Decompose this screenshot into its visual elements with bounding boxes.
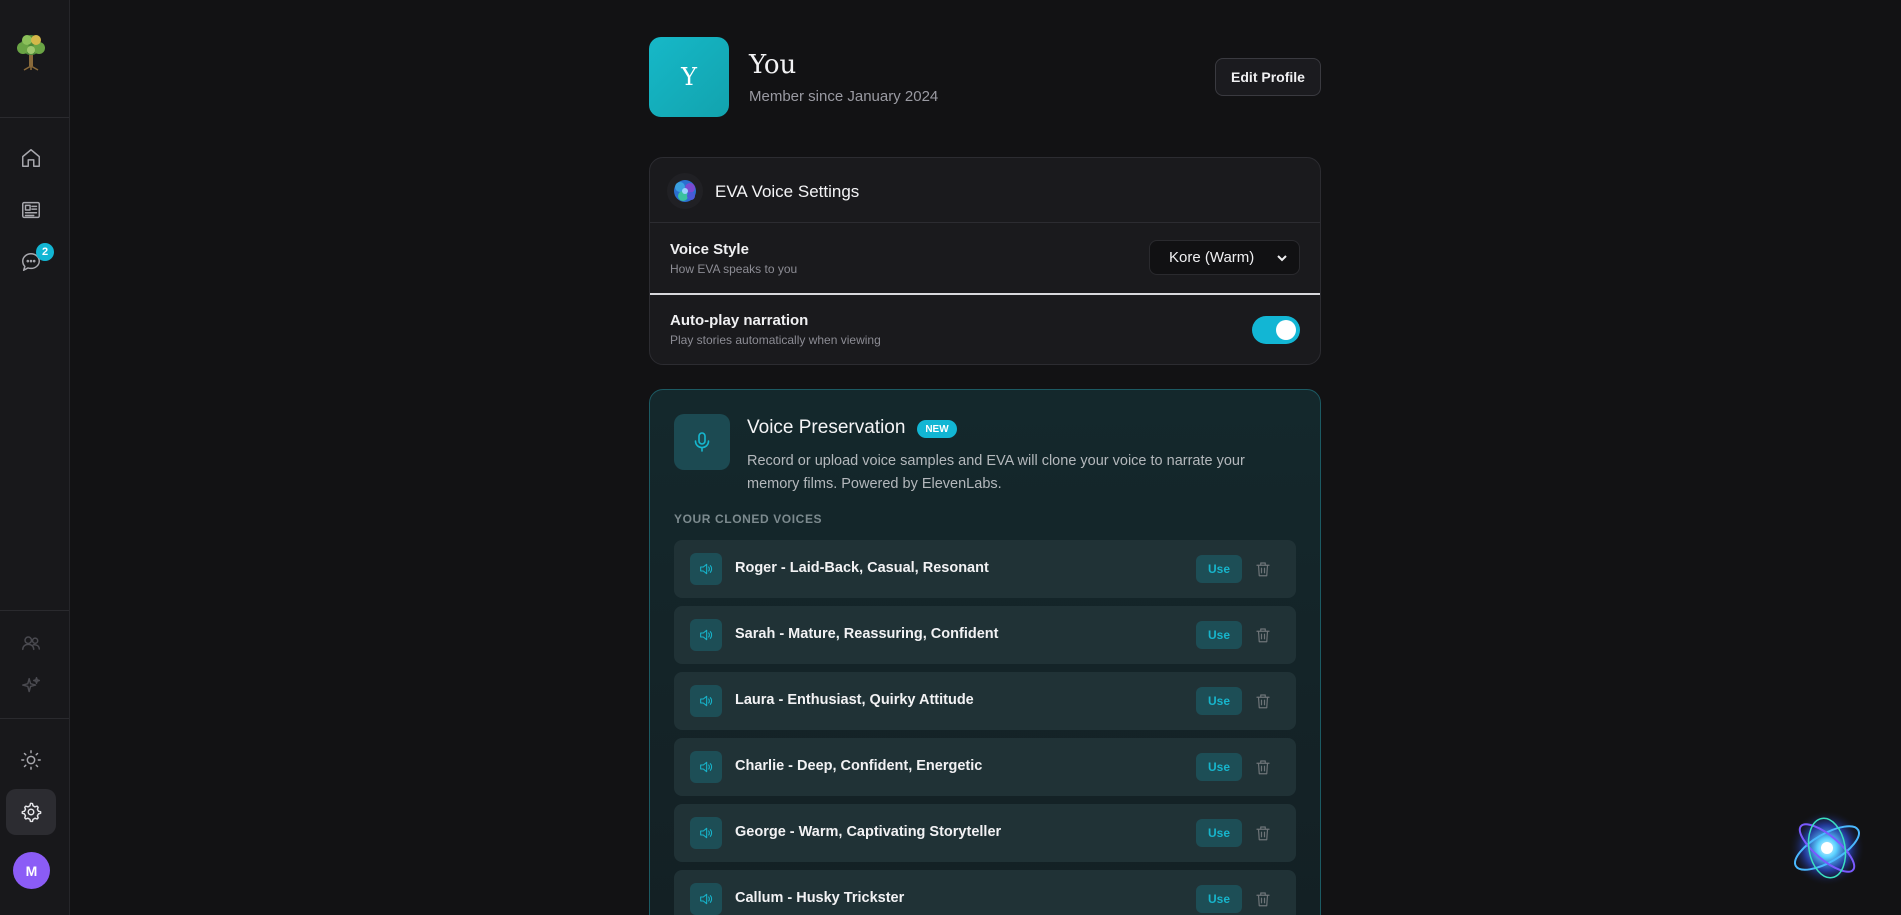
delete-voice-button[interactable] — [1254, 890, 1272, 908]
edit-profile-button[interactable]: Edit Profile — [1215, 58, 1321, 96]
play-voice-button[interactable] — [690, 883, 722, 915]
member-since: Member since January 2024 — [749, 88, 939, 105]
voice-list-item[interactable]: Charlie - Deep, Confident, Energetic Use — [674, 738, 1296, 796]
sidebar-item-create[interactable] — [6, 663, 56, 709]
voice-settings-card: EVA Voice Settings Voice Style How EVA s… — [649, 157, 1321, 365]
voice-name: Laura - Enthusiast, Quirky Attitude — [735, 692, 974, 708]
play-voice-button[interactable] — [690, 553, 722, 585]
delete-voice-button[interactable] — [1254, 758, 1272, 776]
play-voice-button[interactable] — [690, 751, 722, 783]
sidebar-item-home[interactable] — [6, 135, 56, 181]
home-icon — [22, 149, 40, 167]
voice-list-item[interactable]: Roger - Laid-Back, Casual, Resonant Use — [674, 540, 1296, 598]
delete-voice-button[interactable] — [1254, 824, 1272, 842]
play-voice-button[interactable] — [690, 619, 722, 651]
eva-assistant-orb-icon[interactable] — [1782, 803, 1872, 893]
voice-name: Sarah - Mature, Reassuring, Confident — [735, 626, 999, 642]
voice-preservation-title: Voice Preservation — [747, 417, 906, 438]
chevron-down-icon — [1277, 255, 1287, 262]
tree-logo-icon[interactable] — [10, 30, 52, 72]
voice-settings-header: EVA Voice Settings — [650, 158, 1320, 223]
newspaper-icon — [22, 201, 40, 219]
profile-name: You — [749, 50, 797, 80]
new-badge: NEW — [917, 420, 957, 438]
delete-voice-button[interactable] — [1254, 560, 1272, 578]
voice-name: Roger - Laid-Back, Casual, Resonant — [735, 560, 989, 576]
sun-icon — [21, 750, 41, 770]
sidebar-divider — [0, 610, 69, 611]
speaker-icon — [700, 761, 713, 773]
voice-style-description: How EVA speaks to you — [670, 262, 798, 276]
cloned-voices-heading: YOUR CLONED VOICES — [674, 512, 823, 526]
voice-name: George - Warm, Captivating Storyteller — [735, 824, 1002, 840]
row-divider — [650, 293, 1320, 295]
autoplay-description: Play stories automatically when viewing — [670, 333, 881, 347]
sidebar-item-messages[interactable]: 2 — [6, 239, 56, 285]
use-voice-button[interactable]: Use — [1196, 555, 1242, 583]
sidebar-divider — [0, 117, 69, 118]
gear-icon — [21, 802, 42, 823]
sidebar: 2 M — [0, 0, 70, 915]
voice-list-item[interactable]: Callum - Husky Trickster Use — [674, 870, 1296, 915]
speaker-icon — [700, 827, 713, 839]
voice-style-value: Kore (Warm) — [1169, 249, 1255, 266]
trash-icon — [1256, 760, 1270, 775]
people-icon — [22, 636, 40, 651]
delete-voice-button[interactable] — [1254, 626, 1272, 644]
trash-icon — [1256, 892, 1270, 907]
voice-list-item[interactable]: George - Warm, Captivating Storyteller Us… — [674, 804, 1296, 862]
eva-avatar-icon — [667, 173, 703, 209]
sidebar-item-stories[interactable] — [6, 187, 56, 233]
voice-list-item[interactable]: Laura - Enthusiast, Quirky Attitude Use — [674, 672, 1296, 730]
autoplay-label: Auto-play narration — [670, 312, 809, 329]
user-avatar[interactable]: M — [13, 852, 50, 889]
sidebar-item-family[interactable] — [6, 620, 56, 666]
trash-icon — [1256, 562, 1270, 577]
voice-style-select[interactable]: Kore (Warm) — [1149, 240, 1300, 275]
speaker-icon — [700, 629, 713, 641]
speaker-icon — [700, 695, 713, 707]
voice-settings-title: EVA Voice Settings — [715, 182, 860, 201]
speaker-icon — [700, 563, 713, 575]
use-voice-button[interactable]: Use — [1196, 621, 1242, 649]
sidebar-item-settings[interactable] — [6, 789, 56, 835]
use-voice-button[interactable]: Use — [1196, 885, 1242, 913]
play-voice-button[interactable] — [690, 685, 722, 717]
trash-icon — [1256, 628, 1270, 643]
speaker-icon — [700, 893, 713, 905]
voice-preservation-description: Record or upload voice samples and EVA w… — [747, 453, 1245, 492]
voice-list-item[interactable]: Sarah - Mature, Reassuring, Confident Use — [674, 606, 1296, 664]
use-voice-button[interactable]: Use — [1196, 687, 1242, 715]
voice-name: Callum - Husky Trickster — [735, 890, 905, 906]
microphone-icon — [674, 414, 730, 470]
trash-icon — [1256, 826, 1270, 841]
sidebar-divider — [0, 718, 69, 719]
play-voice-button[interactable] — [690, 817, 722, 849]
voice-name: Charlie - Deep, Confident, Energetic — [735, 758, 983, 774]
trash-icon — [1256, 694, 1270, 709]
use-voice-button[interactable]: Use — [1196, 753, 1242, 781]
autoplay-toggle[interactable] — [1252, 316, 1300, 344]
voice-style-label: Voice Style — [670, 241, 749, 258]
toggle-knob — [1276, 320, 1296, 340]
unread-badge: 2 — [36, 243, 54, 261]
use-voice-button[interactable]: Use — [1196, 819, 1242, 847]
theme-toggle-button[interactable] — [6, 737, 56, 783]
sparkles-icon — [22, 677, 40, 693]
voice-preservation-card: Voice Preservation NEW Record or upload … — [649, 389, 1321, 915]
profile-avatar: Y — [649, 37, 729, 117]
delete-voice-button[interactable] — [1254, 692, 1272, 710]
